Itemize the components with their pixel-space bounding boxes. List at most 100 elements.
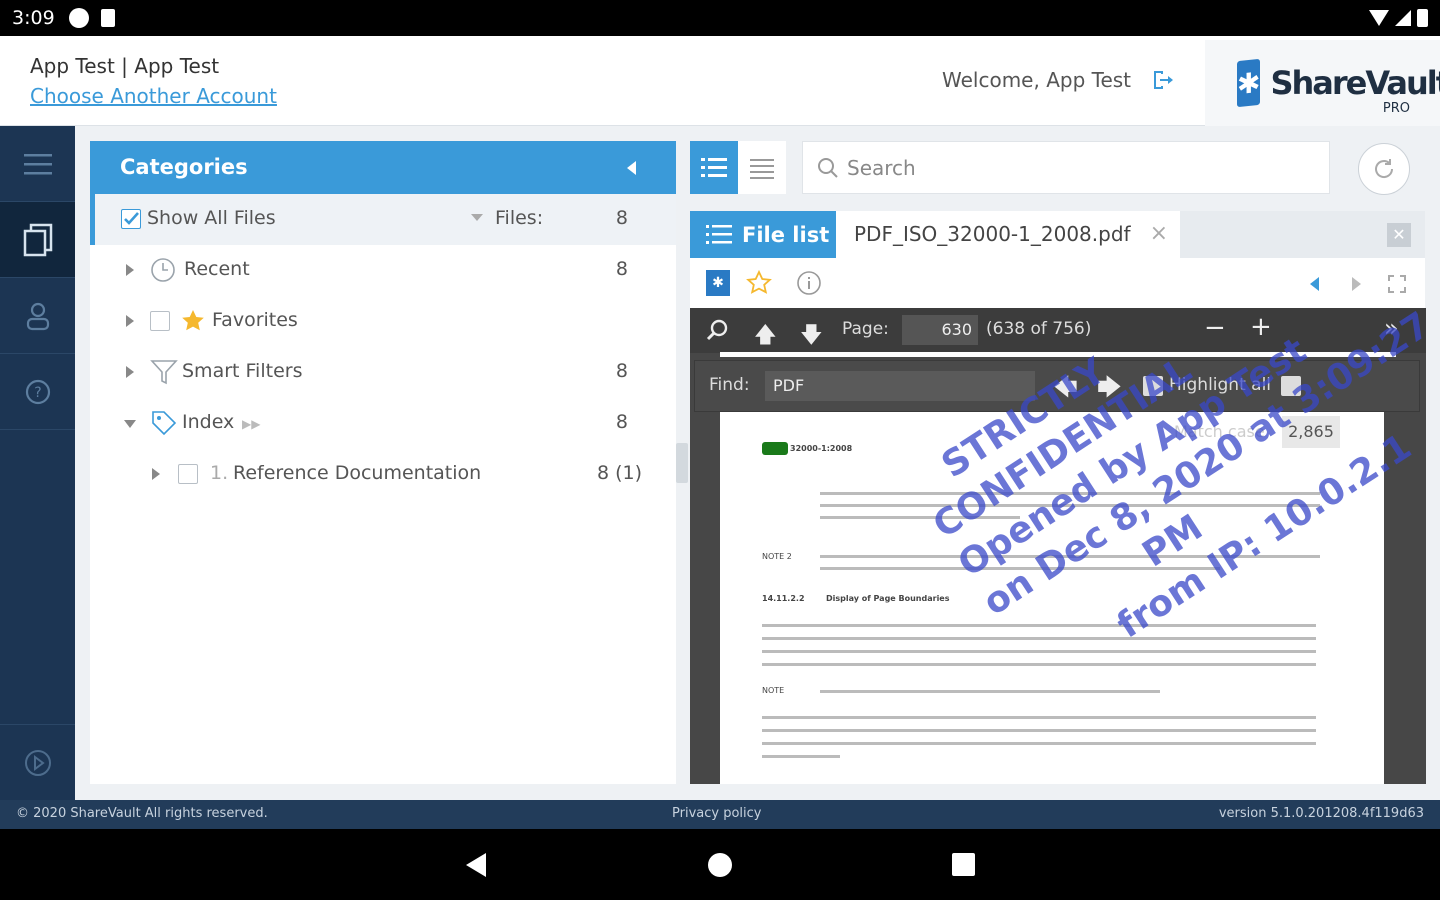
logo-mark-icon: ✱ bbox=[1237, 58, 1261, 108]
user-icon bbox=[26, 302, 49, 330]
recents-icon[interactable] bbox=[952, 853, 975, 876]
star-icon bbox=[182, 310, 204, 331]
prev-document-icon[interactable] bbox=[1310, 277, 1319, 291]
show-all-label: Show All Files bbox=[147, 207, 276, 229]
expand-recent-icon[interactable] bbox=[126, 264, 134, 276]
prev-page-icon[interactable]: 🡅 bbox=[754, 318, 777, 356]
next-document-icon[interactable] bbox=[1352, 277, 1361, 291]
privacy-policy-link[interactable]: Privacy policy bbox=[672, 806, 761, 821]
logout-icon[interactable] bbox=[1150, 68, 1174, 92]
hamburger-icon bbox=[23, 153, 52, 174]
reference-checkbox[interactable] bbox=[178, 464, 198, 484]
app-header: App Test | App Test Choose Another Accou… bbox=[0, 36, 1440, 126]
find-toggle-icon[interactable] bbox=[706, 319, 728, 341]
clock-icon bbox=[151, 258, 175, 282]
refresh-button[interactable] bbox=[1358, 143, 1410, 195]
category-count: 8 bbox=[615, 411, 628, 433]
expand-smart-filters-icon[interactable] bbox=[126, 366, 134, 378]
collapse-panel-button[interactable] bbox=[627, 161, 636, 175]
category-label: Index bbox=[182, 411, 235, 433]
pdf-section-title: Display of Page Boundaries bbox=[826, 594, 950, 603]
index-item-reference-documentation[interactable]: 1. Reference Documentation 8 (1) bbox=[90, 449, 676, 500]
categories-panel: Categories Show All Files Files: 8 Recen… bbox=[90, 141, 676, 784]
favorites-checkbox[interactable] bbox=[150, 311, 170, 331]
close-all-tabs-button[interactable]: ✕ bbox=[1387, 223, 1411, 247]
category-label: Recent bbox=[184, 258, 250, 280]
sharevault-doc-icon[interactable]: ✱ bbox=[706, 270, 730, 296]
android-navbar bbox=[0, 829, 1440, 900]
tag-icon bbox=[152, 411, 177, 436]
home-icon[interactable] bbox=[708, 853, 732, 877]
refresh-icon bbox=[1375, 159, 1394, 178]
panel-splitter[interactable] bbox=[676, 443, 688, 483]
collapse-index-icon[interactable] bbox=[124, 420, 136, 428]
close-tab-icon[interactable]: × bbox=[1150, 221, 1168, 246]
pdf-body-lines-2 bbox=[762, 716, 1316, 758]
files-count: 8 bbox=[615, 207, 628, 229]
highlight-mark bbox=[762, 442, 788, 455]
category-index[interactable]: Index ▶▶ 8 bbox=[90, 398, 676, 449]
back-icon[interactable] bbox=[466, 853, 486, 877]
logo-pro: PRO bbox=[1382, 101, 1410, 116]
pdf-note-line bbox=[820, 690, 1160, 693]
categories-header: Categories bbox=[90, 141, 676, 194]
tab-file-list-label: File list bbox=[742, 222, 830, 247]
compact-list-icon bbox=[750, 158, 774, 179]
document-toolbar: ✱ bbox=[690, 258, 1425, 308]
tab-document[interactable]: PDF_ISO_32000-1_2008.pdf × bbox=[836, 211, 1180, 258]
category-favorites[interactable]: Favorites bbox=[90, 296, 676, 347]
menu-button[interactable] bbox=[0, 126, 75, 202]
index-arrows-icon[interactable]: ▶▶ bbox=[242, 417, 260, 431]
pdf-viewer: 🡅 🡇 Page: 630 (638 of 756) − + » Find: P… bbox=[690, 308, 1426, 784]
rail-users[interactable] bbox=[0, 278, 75, 354]
pdf-header-ref: 32000-1:2008 bbox=[790, 444, 853, 453]
category-recent[interactable]: Recent 8 bbox=[90, 245, 676, 296]
next-page-icon[interactable]: 🡇 bbox=[800, 318, 823, 356]
account-name: App Test | App Test bbox=[30, 54, 220, 78]
help-icon: ? bbox=[25, 379, 50, 404]
category-smart-filters[interactable]: Smart Filters 8 bbox=[90, 347, 676, 398]
categories-title: Categories bbox=[120, 155, 248, 179]
index-count: 8 (1) bbox=[596, 462, 642, 484]
copyright-text: © 2020 ShareVault All rights reserved. bbox=[16, 806, 268, 821]
filter-icon bbox=[150, 360, 178, 385]
sd-card-icon bbox=[100, 9, 115, 27]
list-view-button[interactable] bbox=[690, 141, 738, 194]
app-footer: © 2020 ShareVault All rights reserved. P… bbox=[0, 800, 1440, 829]
category-label: Smart Filters bbox=[182, 360, 303, 382]
page-info: (638 of 756) bbox=[986, 319, 1092, 339]
pdf-note2: NOTE 2 bbox=[762, 552, 792, 561]
search-icon bbox=[818, 158, 838, 178]
show-all-checkbox[interactable] bbox=[121, 209, 141, 229]
list-view-icon bbox=[701, 157, 727, 177]
welcome-text: Welcome, App Test bbox=[942, 68, 1132, 92]
documents-icon bbox=[23, 223, 52, 256]
notification-icon bbox=[68, 8, 89, 28]
info-icon[interactable] bbox=[796, 270, 822, 296]
index-label: Reference Documentation bbox=[233, 462, 482, 484]
signal-icon bbox=[1395, 10, 1411, 26]
rail-play[interactable] bbox=[0, 724, 75, 800]
favorite-star-icon[interactable] bbox=[746, 270, 772, 296]
battery-icon bbox=[1417, 9, 1428, 27]
tab-file-list[interactable]: File list bbox=[690, 211, 836, 258]
rail-help[interactable]: ? bbox=[0, 354, 75, 430]
search-box[interactable] bbox=[802, 141, 1330, 194]
page-number-input[interactable]: 630 bbox=[902, 315, 978, 345]
find-label: Find: bbox=[709, 375, 750, 395]
choose-account-link[interactable]: Choose Another Account bbox=[30, 84, 277, 108]
expand-reference-icon[interactable] bbox=[152, 468, 160, 480]
files-label: Files: bbox=[495, 207, 544, 229]
category-count: 8 bbox=[615, 360, 628, 382]
rail-documents[interactable] bbox=[0, 202, 75, 278]
compact-view-button[interactable] bbox=[738, 141, 786, 194]
wifi-icon bbox=[1369, 10, 1389, 26]
search-input[interactable] bbox=[847, 154, 1317, 182]
find-input[interactable]: PDF bbox=[765, 371, 1035, 401]
expand-favorites-icon[interactable] bbox=[126, 315, 134, 327]
sharevault-logo: ✱ ShareVault PRO bbox=[1205, 40, 1440, 126]
show-all-files-row[interactable]: Show All Files Files: 8 bbox=[90, 194, 676, 245]
logo-text: ShareVault bbox=[1270, 64, 1440, 102]
fullscreen-icon[interactable] bbox=[1388, 275, 1406, 293]
filter-dropdown-icon[interactable] bbox=[471, 214, 483, 221]
